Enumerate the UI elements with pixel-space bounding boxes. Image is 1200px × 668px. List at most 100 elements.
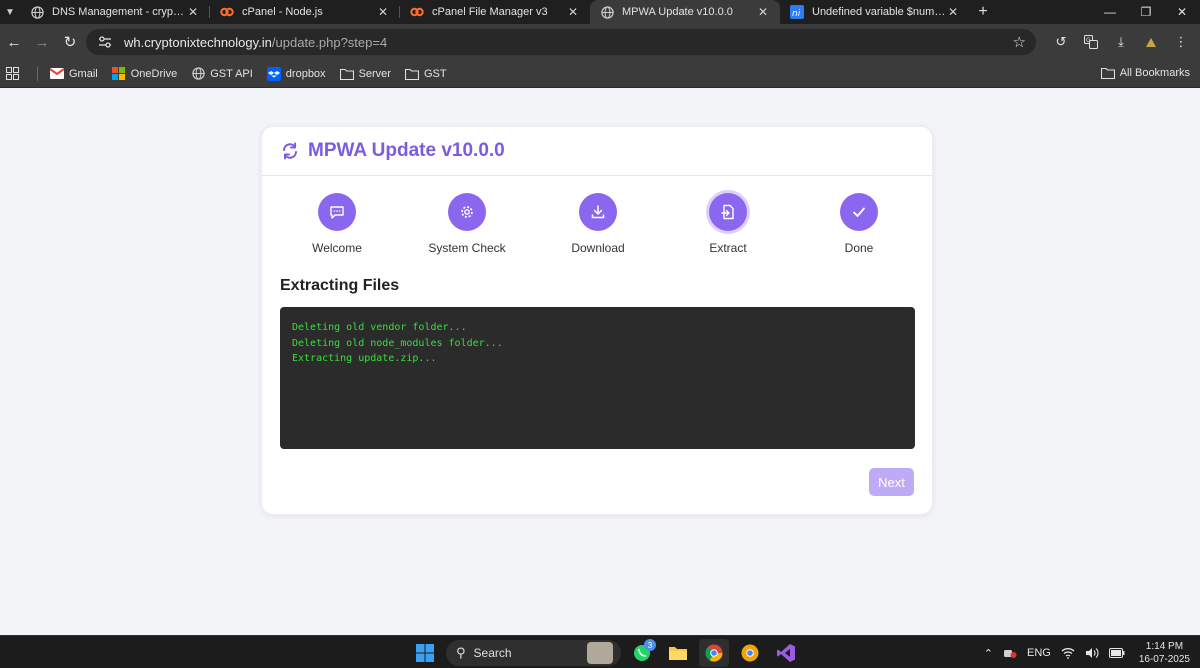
- reload-icon[interactable]: ↻: [56, 28, 84, 56]
- extraction-log-console[interactable]: Deleting old vendor folder... Deleting o…: [280, 307, 915, 449]
- page-title: MPWA Update v10.0.0: [308, 140, 505, 161]
- tab-cpanel-nodejs[interactable]: cPanel - Node.js ✕: [210, 0, 400, 24]
- tab-mpwa-update[interactable]: MPWA Update v10.0.0 ✕: [590, 0, 780, 24]
- bookmark-star-icon[interactable]: ☆: [1013, 33, 1026, 51]
- svg-text:G: G: [1086, 37, 1091, 44]
- tab-title: MPWA Update v10.0.0: [622, 6, 733, 18]
- gmail-icon: [50, 67, 64, 81]
- step-system-check: System Check: [412, 193, 522, 255]
- chrome-icon[interactable]: [699, 639, 729, 667]
- tab-title: DNS Management - cryptonixtec: [52, 6, 186, 18]
- bookmark-gst-api[interactable]: GST API: [191, 67, 253, 81]
- bookmark-label: GST: [423, 67, 447, 80]
- url-path: /update.php?step=4: [271, 34, 388, 50]
- url-text: wh.cryptonixtechnology.in/update.php?ste…: [124, 35, 1013, 50]
- taskbar-search-box[interactable]: ⚲ Search: [446, 640, 621, 666]
- step-label: Done: [844, 241, 874, 255]
- step-label: System Check: [428, 241, 506, 255]
- tab-title: cPanel - Node.js: [242, 6, 323, 18]
- bookmark-label: GST API: [210, 67, 253, 80]
- toolbar-actions: ↺ G ⤓ ⋮: [1048, 28, 1194, 56]
- whatsapp-icon[interactable]: 3: [627, 639, 657, 667]
- tab-title: cPanel File Manager v3: [432, 6, 548, 18]
- tab-cpanel-file-manager[interactable]: cPanel File Manager v3 ✕: [400, 0, 590, 24]
- translate-icon[interactable]: G: [1078, 29, 1104, 55]
- system-clock[interactable]: 1:14 PM 16-07-2025: [1139, 640, 1190, 666]
- browser-menu-icon[interactable]: ⋮: [1168, 29, 1194, 55]
- next-button[interactable]: Next: [869, 468, 914, 496]
- all-bookmarks-label: All Bookmarks: [1119, 67, 1190, 79]
- taskbar-apps: ⚲ Search 3: [410, 639, 801, 667]
- site-settings-icon[interactable]: [96, 33, 114, 51]
- bookmark-label: OneDrive: [130, 67, 178, 80]
- chrome-canary-icon[interactable]: [735, 639, 765, 667]
- file-explorer-icon[interactable]: [663, 639, 693, 667]
- close-window-icon[interactable]: ✕: [1164, 0, 1200, 24]
- clock-date: 16-07-2025: [1138, 654, 1190, 665]
- bookmark-dropbox[interactable]: dropbox: [266, 66, 326, 81]
- security-shield-icon[interactable]: [1003, 647, 1017, 659]
- log-line: Deleting old vendor folder...: [292, 322, 467, 333]
- search-icon: ⚲: [456, 645, 466, 660]
- close-tab-icon[interactable]: ✕: [376, 5, 390, 19]
- whatsapp-badge: 3: [644, 639, 656, 651]
- windows-start-icon[interactable]: [410, 639, 440, 667]
- globe-icon: [600, 5, 614, 19]
- search-label: Search: [473, 646, 512, 660]
- step-download: Download: [543, 193, 653, 255]
- step-label: Welcome: [312, 241, 362, 255]
- minimize-icon[interactable]: —: [1092, 0, 1128, 24]
- sync-icon: [280, 141, 300, 161]
- bookmark-onedrive[interactable]: OneDrive: [112, 67, 177, 81]
- all-bookmarks-button[interactable]: All Bookmarks: [1100, 66, 1190, 80]
- globe-icon: [30, 5, 44, 19]
- close-tab-icon[interactable]: ✕: [946, 5, 960, 19]
- cpanel-icon: [410, 5, 424, 19]
- close-tab-icon[interactable]: ✕: [756, 5, 770, 19]
- check-icon: [840, 193, 878, 231]
- step-label: Extract: [709, 241, 747, 255]
- close-tab-icon[interactable]: ✕: [186, 5, 200, 19]
- microsoft-icon: [112, 67, 126, 81]
- volume-icon[interactable]: [1085, 647, 1099, 659]
- step-done: Done: [804, 193, 914, 255]
- battery-icon[interactable]: [1108, 648, 1125, 658]
- folder-icon: [339, 67, 354, 81]
- bookmark-label: Server: [358, 67, 391, 80]
- tab-dns-management[interactable]: DNS Management - cryptonixtec ✕: [20, 0, 210, 24]
- window-controls: — ❐ ✕: [1092, 0, 1200, 24]
- browser-toolbar: ← → ↻ wh.cryptonixtechnology.in/update.p…: [0, 24, 1200, 60]
- url-host: wh.cryptonixtechnology.in: [124, 34, 272, 50]
- wifi-icon[interactable]: [1061, 647, 1075, 659]
- bookmark-folder-gst[interactable]: GST: [404, 67, 447, 81]
- svg-text:ni: ni: [792, 9, 801, 19]
- tab-undefined-variable[interactable]: ni Undefined variable $numbers ✕: [780, 0, 970, 24]
- bookmark-label: Gmail: [69, 67, 98, 80]
- back-arrow-icon[interactable]: ←: [0, 28, 28, 56]
- browser-tab-strip: ▼ DNS Management - cryptonixtec ✕ cPanel…: [0, 0, 1200, 24]
- chat-icon: [318, 193, 356, 231]
- bookmark-gmail[interactable]: Gmail: [50, 67, 98, 81]
- chevron-up-icon[interactable]: ⌃: [984, 647, 993, 660]
- restore-icon[interactable]: ❐: [1128, 0, 1164, 24]
- folder-icon: [404, 67, 419, 81]
- tab-title: Undefined variable $numbers: [812, 6, 946, 18]
- forward-arrow-icon[interactable]: →: [28, 28, 56, 56]
- card-header: MPWA Update v10.0.0: [262, 127, 932, 176]
- bookmarks-bar: Gmail OneDrive GST API dropbox Server GS…: [0, 60, 1200, 88]
- language-indicator[interactable]: ENG: [1027, 647, 1051, 659]
- close-tab-icon[interactable]: ✕: [566, 5, 580, 19]
- bookmark-folder-server[interactable]: Server: [339, 67, 391, 81]
- new-tab-button[interactable]: +: [970, 0, 996, 24]
- address-bar[interactable]: wh.cryptonixtechnology.in/update.php?ste…: [86, 29, 1036, 55]
- visual-studio-icon[interactable]: [771, 639, 801, 667]
- download-icon[interactable]: ⤓: [1108, 29, 1134, 55]
- apps-grid-icon[interactable]: [6, 67, 19, 80]
- dropbox-icon: [266, 66, 281, 81]
- windows-taskbar: ⚲ Search 3 ⌃ ENG 1:14 PM 16-07-2025: [0, 635, 1200, 668]
- log-line: Extracting update.zip...: [292, 353, 437, 364]
- wizard-steps: Welcome System Check Download Extract Do: [262, 193, 934, 259]
- history-icon[interactable]: ↺: [1048, 29, 1074, 55]
- extension-icon[interactable]: [1138, 29, 1164, 55]
- tab-search-chevron-icon[interactable]: ▼: [0, 0, 20, 24]
